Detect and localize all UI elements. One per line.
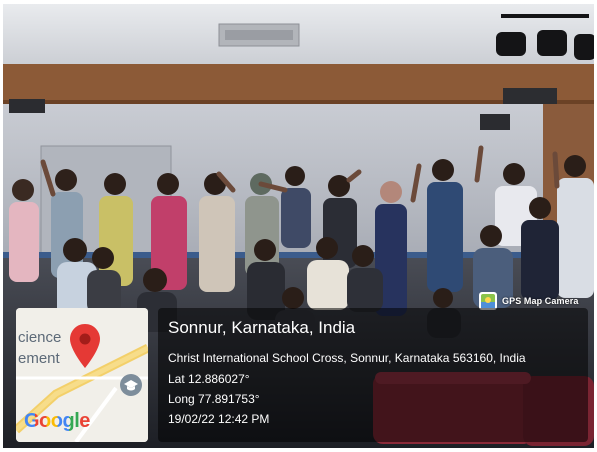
google-logo: Google [24,410,90,433]
location-info-panel: Sonnur, Karnataka, India Christ Internat… [158,308,588,442]
location-title: Sonnur, Karnataka, India [168,318,356,337]
location-latitude: Lat 12.886027° [168,372,250,386]
location-datetime: 19/02/22 12:42 PM [168,412,270,426]
google-brand-text: Google [24,410,90,432]
gps-map-camera-label: GPS Map Camera [502,296,579,306]
location-pin-icon [70,324,100,368]
map-label-line2: ement [18,350,60,367]
location-longitude: Long 77.891753° [168,392,260,406]
map-thumbnail[interactable]: cience ement Google [16,308,148,442]
map-label-line1: cience [18,329,62,346]
graduation-cap-icon [120,374,142,396]
location-address: Christ International School Cross, Sonnu… [168,351,526,365]
